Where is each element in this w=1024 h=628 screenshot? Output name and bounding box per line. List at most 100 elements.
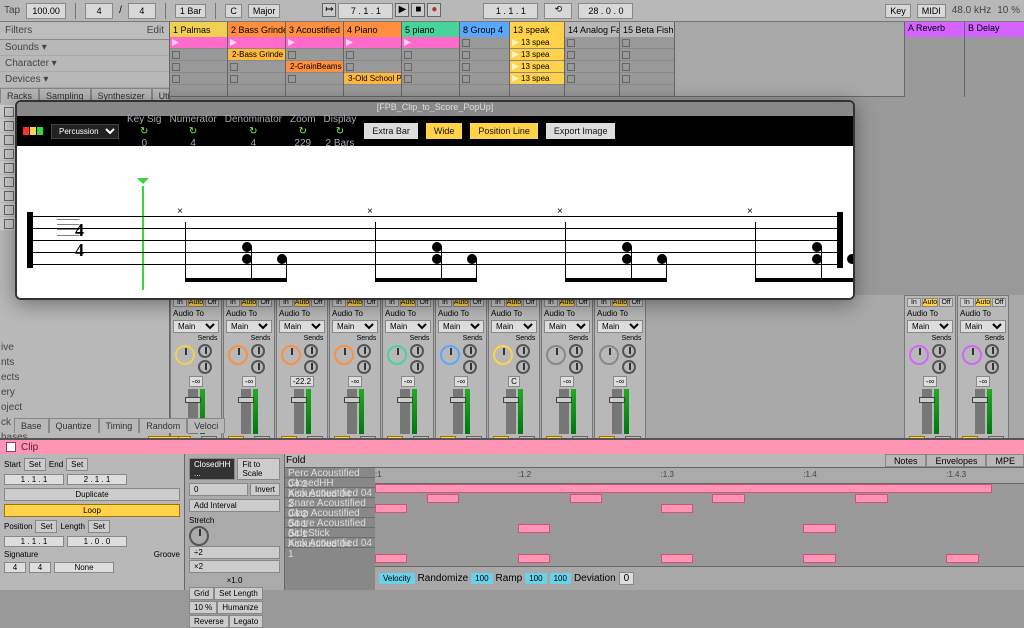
track-header[interactable]: 8 Group 4 xyxy=(460,22,509,37)
clip-slot[interactable] xyxy=(620,61,674,73)
play-button[interactable]: ▶ xyxy=(395,3,409,17)
clip-slot[interactable]: 13 spea xyxy=(510,61,564,73)
clip-slot[interactable] xyxy=(460,73,509,85)
clipview-tab[interactable]: MPE xyxy=(986,454,1024,467)
edit-button[interactable]: Edit xyxy=(147,25,164,36)
clip-slot[interactable] xyxy=(402,49,459,61)
clip-slot[interactable]: 13 spea xyxy=(510,37,564,49)
instrument-select[interactable]: Percussion xyxy=(51,124,119,139)
sig-num[interactable] xyxy=(85,3,113,19)
browser-category[interactable]: Character ▾ xyxy=(0,56,169,72)
export-image-button[interactable]: Export Image xyxy=(546,123,616,139)
clip-slot[interactable] xyxy=(344,37,401,49)
midi-map-button[interactable]: MIDI xyxy=(917,4,946,18)
clip-slot[interactable] xyxy=(402,73,459,85)
track-header[interactable]: 13 speak xyxy=(510,22,564,37)
extra-bar-button[interactable]: Extra Bar xyxy=(364,123,418,139)
position-line-button[interactable]: Position Line xyxy=(470,123,538,139)
clip-slot[interactable]: 2-GrainBeams xyxy=(286,61,343,73)
duplicate-button[interactable]: Duplicate xyxy=(4,488,180,501)
song-position[interactable] xyxy=(338,3,393,19)
clip-slot[interactable]: 13 spea xyxy=(510,73,564,85)
clip-slot[interactable] xyxy=(620,73,674,85)
clip-slot[interactable] xyxy=(565,73,619,85)
record-button[interactable]: ● xyxy=(427,3,441,17)
clip-slot[interactable] xyxy=(170,61,227,73)
loop-length[interactable] xyxy=(578,3,633,19)
return-track-header[interactable]: B Delay xyxy=(965,22,1024,37)
midi-note-editor[interactable]: :1:1.2:1.3:1.4:1.4.3 Velocity Randomize … xyxy=(375,468,1024,590)
clip-function-tab[interactable]: Veloci xyxy=(187,418,225,433)
clip-function-tab[interactable]: Base xyxy=(14,418,49,433)
loop-toggle[interactable]: Loop xyxy=(4,504,180,517)
clip-slot[interactable] xyxy=(286,73,343,85)
clip-slot[interactable] xyxy=(565,61,619,73)
clip-function-tab[interactable]: Quantize xyxy=(49,418,99,433)
quantize-menu[interactable]: 1 Bar xyxy=(175,4,207,18)
return-track-header[interactable]: A Reverb xyxy=(905,22,964,37)
clipview-tab[interactable]: Envelopes xyxy=(926,454,986,467)
track-header[interactable]: 2 Bass Grinder ba xyxy=(228,22,285,37)
channel-strip: InAutoOff Audio To Main Sends -∞ 8S ● xyxy=(435,295,487,445)
channel-strip: InAutoOff Audio To Main Sends -∞ 2S ● xyxy=(223,295,275,445)
end-pos[interactable] xyxy=(67,474,127,485)
clip-slot[interactable] xyxy=(286,49,343,61)
stretch-knob[interactable] xyxy=(189,526,209,546)
music-score-canvas: 𝄚 4 4 × × × × xyxy=(17,146,853,298)
drum-lane-names: Perc Acoustified 04 2ClosedHH Acoustifie… xyxy=(285,468,375,590)
follow-button[interactable]: ↦ xyxy=(322,3,336,17)
track-header[interactable]: 5 piano xyxy=(402,22,459,37)
fold-button[interactable]: Fold xyxy=(286,455,305,466)
score-popup-window: [FPB_Clip_to_Score_PopUp] Percussion Key… xyxy=(15,100,855,300)
filters-header: Filters xyxy=(5,25,32,36)
stop-button[interactable]: ■ xyxy=(411,3,425,17)
clip-tabs: BaseQuantizeTimingRandomVeloci xyxy=(14,418,225,433)
sig-den[interactable] xyxy=(128,3,156,19)
start-pos[interactable] xyxy=(4,474,64,485)
loop-start[interactable] xyxy=(483,3,538,19)
clip-slot[interactable] xyxy=(344,61,401,73)
clip-slot[interactable]: 2-Bass Grinde xyxy=(228,49,285,61)
clip-slot[interactable] xyxy=(620,49,674,61)
set-start-button[interactable]: Set xyxy=(24,458,46,471)
browser-category[interactable]: Devices ▾ xyxy=(0,72,169,88)
clip-function-tab[interactable]: Timing xyxy=(99,418,140,433)
key-map-button[interactable]: Key xyxy=(885,4,911,18)
clip-slot[interactable] xyxy=(402,37,459,49)
clip-slot[interactable] xyxy=(286,37,343,49)
scale-mode[interactable]: Major xyxy=(248,4,281,18)
clip-slot[interactable] xyxy=(228,73,285,85)
clip-slot[interactable] xyxy=(460,61,509,73)
wide-button[interactable]: Wide xyxy=(426,123,463,139)
track-header[interactable]: 1 Palmas xyxy=(170,22,227,37)
clip-slot[interactable] xyxy=(402,61,459,73)
clip-slot[interactable] xyxy=(228,61,285,73)
clip-slot[interactable]: 13 spea xyxy=(510,49,564,61)
track-header[interactable]: 3 Acoustified xyxy=(286,22,343,37)
tap-label[interactable]: Tap xyxy=(4,5,20,16)
track-header[interactable]: 4 Piano xyxy=(344,22,401,37)
clip-slot[interactable] xyxy=(170,73,227,85)
tempo-field[interactable] xyxy=(26,3,66,19)
return-tracks: A ReverbB Delay xyxy=(904,22,1024,97)
scale-root[interactable]: C xyxy=(225,4,242,18)
clip-slot[interactable] xyxy=(565,37,619,49)
track-header[interactable]: 14 Analog Face C xyxy=(565,22,619,37)
cpu-meter: 10 % xyxy=(997,5,1020,16)
clip-slot[interactable] xyxy=(460,37,509,49)
clip-slot[interactable] xyxy=(460,49,509,61)
clip-slot[interactable] xyxy=(620,37,674,49)
set-end-button[interactable]: Set xyxy=(66,458,88,471)
clip-slot[interactable] xyxy=(170,37,227,49)
loop-toggle[interactable]: ⟲ xyxy=(544,3,572,19)
browser-category[interactable]: Sounds ▾ xyxy=(0,40,169,56)
track-header[interactable]: 15 Beta Fish Ki xyxy=(620,22,674,37)
clip-slot[interactable] xyxy=(228,37,285,49)
clip-slot[interactable] xyxy=(170,49,227,61)
clip-function-tab[interactable]: Random xyxy=(139,418,187,433)
clip-slot[interactable]: 3-Old School P xyxy=(344,73,401,85)
clip-slot[interactable] xyxy=(344,49,401,61)
transport-controls: ↦ ▶ ■ ● xyxy=(322,3,441,19)
clip-slot[interactable] xyxy=(565,49,619,61)
clipview-tab[interactable]: Notes xyxy=(885,454,927,467)
